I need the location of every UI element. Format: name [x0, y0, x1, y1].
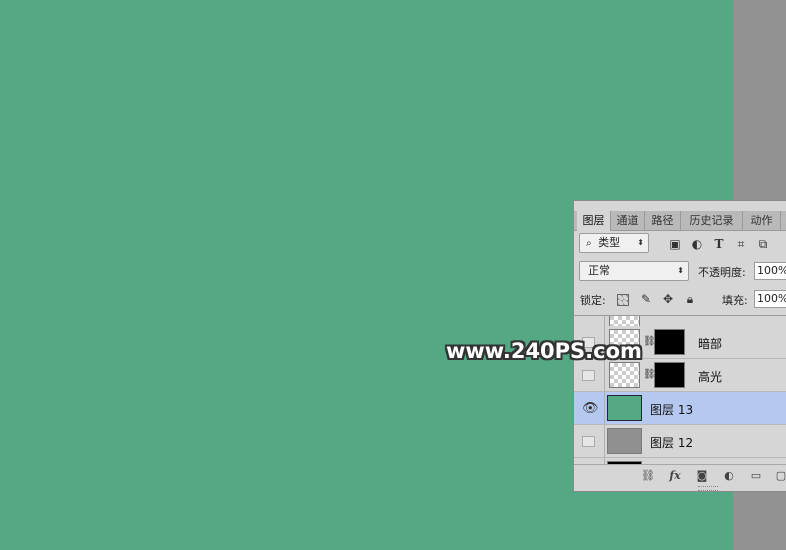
lock-label: 锁定:	[580, 294, 606, 307]
add-mask-icon[interactable]: ◙	[695, 469, 709, 483]
image-filter-icon[interactable]: ▣	[667, 236, 683, 252]
panel-bottom-bar: ⛓ fx ◙ ◐ ▭ ▢	[574, 464, 786, 487]
panel-grip[interactable]	[574, 203, 786, 209]
link-layers-icon[interactable]: ⛓	[641, 469, 655, 483]
new-group-icon[interactable]: ▭	[749, 469, 763, 483]
tab-layers[interactable]: 图层	[577, 211, 611, 231]
layer-row-layer-13[interactable]: 👁︎ 图层 13	[574, 392, 786, 425]
fill-field[interactable]: 100%	[754, 290, 786, 308]
tab-actions[interactable]: 动作	[743, 211, 781, 230]
layer-row-highlights[interactable]: ⛓ 高光	[574, 359, 786, 392]
layer-name[interactable]: 暗部	[698, 335, 722, 352]
eye-icon[interactable]: 👁︎	[582, 402, 599, 415]
lock-transparent-icon[interactable]	[617, 294, 629, 306]
link-icon[interactable]: ⛓	[643, 369, 656, 381]
smart-object-filter-icon[interactable]: ⧉	[755, 236, 771, 252]
tab-channels[interactable]: 通道	[611, 211, 645, 230]
lock-all-icon[interactable]: 🔒︎	[683, 292, 697, 306]
layer-thumbnail	[609, 362, 640, 388]
filter-row: ⌕ 类型 ⬍ ▣ ◐ T ⌗ ⧉	[574, 233, 786, 255]
blend-mode-select[interactable]: 正常 ⬍	[579, 261, 689, 281]
blend-mode-value: 正常	[588, 264, 610, 277]
resize-handle[interactable]	[698, 486, 718, 491]
adjustment-layer-icon[interactable]: ◐	[722, 469, 736, 483]
filter-kind-label: 类型	[598, 236, 621, 249]
watermark: www.240PS.com	[446, 339, 642, 363]
fill-label: 填充:	[722, 294, 748, 307]
opacity-field[interactable]: 100%	[754, 262, 786, 280]
panel-tabs: 图层 通道 路径 历史记录 动作	[574, 211, 786, 231]
visibility-toggle[interactable]	[582, 370, 595, 381]
layer-name[interactable]: 高光	[698, 368, 722, 385]
lock-pixels-icon[interactable]: ✎	[639, 292, 653, 306]
shape-filter-icon[interactable]: ⌗	[733, 236, 749, 252]
tab-history[interactable]: 历史记录	[681, 211, 743, 230]
layer-mask-thumbnail[interactable]	[654, 362, 685, 388]
visibility-toggle[interactable]	[582, 436, 595, 447]
layer-mask-thumbnail[interactable]	[654, 329, 685, 355]
layer-list: ⛓ 暗部 ⛓ 高光 👁︎ 图层 13 图层 12	[574, 315, 786, 464]
tab-paths[interactable]: 路径	[645, 211, 681, 230]
divider	[604, 359, 605, 392]
layer-thumbnail	[607, 428, 642, 454]
divider	[604, 392, 605, 425]
new-layer-icon[interactable]: ▢	[774, 469, 786, 483]
search-icon: ⌕	[586, 238, 592, 249]
lock-position-icon[interactable]: ✥	[661, 292, 675, 306]
blend-row: 正常 ⬍ 不透明度: 100%	[574, 261, 786, 283]
lock-row: 锁定: ✎ ✥ 🔒︎ 填充: 100%	[574, 289, 786, 311]
opacity-label: 不透明度:	[698, 266, 746, 279]
fx-icon[interactable]: fx	[668, 469, 682, 483]
link-icon[interactable]: ⛓	[643, 336, 656, 348]
layer-name[interactable]: 图层 13	[650, 401, 693, 418]
layer-row-layer-12[interactable]: 图层 12	[574, 425, 786, 458]
layer-thumbnail	[607, 395, 642, 421]
layer-name[interactable]: 图层 12	[650, 434, 693, 451]
filter-kind-select[interactable]: ⌕ 类型 ⬍	[579, 233, 649, 253]
updown-icon: ⬍	[637, 238, 644, 247]
divider	[604, 425, 605, 458]
type-filter-icon[interactable]: T	[711, 236, 727, 252]
adjustment-filter-icon[interactable]: ◐	[689, 236, 705, 252]
updown-icon: ⬍	[677, 266, 684, 275]
